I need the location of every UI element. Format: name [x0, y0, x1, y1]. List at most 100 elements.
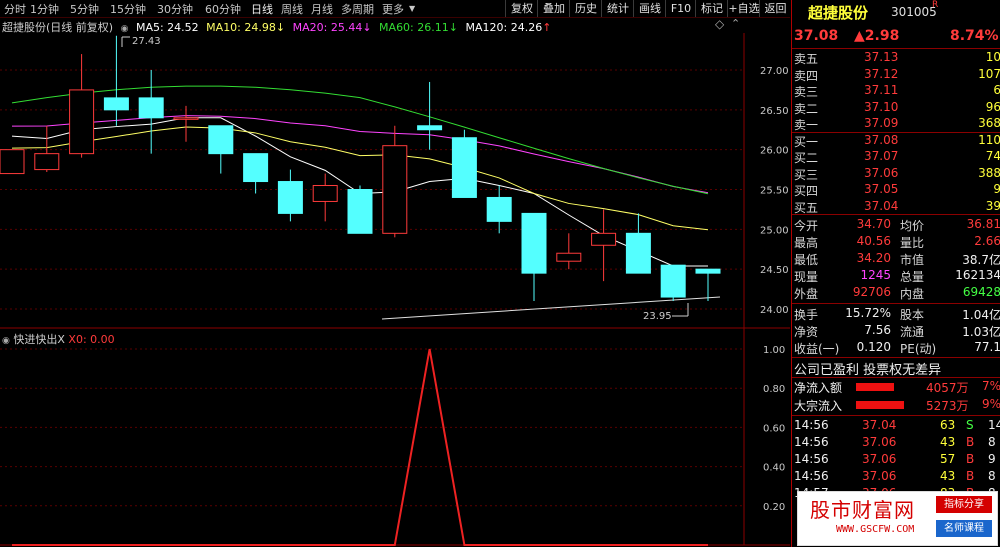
stock-code: 301005 — [891, 5, 937, 19]
orderbook-price: 37.08 — [864, 132, 899, 147]
orderbook-volume: 388 — [978, 165, 1000, 180]
orderbook-label: 买三 — [794, 167, 819, 182]
orderbook-volume: 110 — [978, 132, 1000, 147]
stat-label: 内盘 — [900, 287, 925, 301]
orderbook-label: 买一 — [794, 134, 819, 149]
stat-value: 34.20 — [856, 251, 891, 265]
candle-body — [347, 189, 373, 234]
stat-label: 换手 — [794, 308, 819, 322]
orderbook-volume: 368 — [978, 116, 1000, 130]
stat-label: 外盘 — [794, 287, 819, 301]
orderbook-label: 买二 — [794, 151, 819, 165]
candle-body — [243, 153, 269, 183]
tick-direction: B — [966, 469, 975, 483]
tick-count: 9 — [988, 452, 996, 466]
company-notice: 公司已盈利 投票权无差异 — [794, 363, 942, 378]
stat-label: 净资 — [794, 325, 819, 339]
stat-label: 量比 — [900, 236, 925, 250]
candle-body — [382, 145, 408, 234]
stock-tag: R — [932, 0, 939, 10]
price-axis-label: 26.00 — [760, 146, 789, 157]
indicator-line — [12, 348, 708, 546]
watermark-url: WWW.GSCFW.COM — [836, 524, 915, 535]
candle-body — [591, 232, 617, 246]
stat-value: 162134 — [955, 268, 1000, 282]
candle-body — [69, 89, 95, 155]
kline-chart[interactable]: 27.00 26.50 26.00 25.50 25.00 24.50 24.00 27.4… — [0, 0, 790, 547]
tick-time: 14:56 — [794, 452, 829, 466]
tick-count: 14 — [988, 418, 1000, 432]
orderbook-label: 买五 — [794, 200, 819, 215]
stat-label: 总量 — [900, 270, 925, 284]
flow-bar — [856, 383, 894, 391]
stat-value: 15.72% — [845, 306, 891, 320]
tick-volume: 57 — [940, 452, 956, 466]
candle-body — [486, 196, 512, 222]
price-axis-label: 24.00 — [760, 305, 789, 316]
orderbook-price: 37.11 — [864, 83, 899, 97]
orderbook-price: 37.10 — [864, 99, 899, 114]
stat-value: 1.04亿 — [962, 308, 1000, 322]
orderbook-volume: 9 — [993, 182, 1000, 196]
indicator-axis-labels: 1.00 0.80 0.60 0.40 0.20 — [763, 345, 785, 513]
price-axis-label: 27.00 — [760, 66, 789, 77]
tick-time: 14:56 — [794, 435, 829, 449]
flow-value: 4057万 — [926, 381, 969, 395]
low-annotation: 23.95 — [643, 311, 672, 322]
indicator-value: X0: 0.00 — [68, 333, 115, 346]
price-axis-label: 25.50 — [760, 186, 789, 197]
stat-label: 现量 — [794, 270, 819, 284]
orderbook-volume: 39 — [985, 198, 1000, 213]
price-change: ▲2.98 — [854, 28, 900, 44]
indicator-legend: ◉ 快进快出X X0: 0.00 — [2, 331, 115, 347]
orderbook-price: 37.05 — [864, 182, 899, 196]
orderbook-price: 37.09 — [864, 116, 899, 130]
pct-change: 8.74% — [950, 28, 999, 44]
orderbook-volume: 10 — [985, 50, 1000, 64]
tick-direction: B — [966, 452, 975, 466]
watermark-tag-indicators: 指标分享 — [936, 496, 992, 513]
candle-body — [34, 153, 60, 171]
orderbook-label: 卖四 — [794, 68, 819, 83]
candle-body — [660, 264, 686, 298]
tick-volume: 43 — [940, 469, 956, 483]
stat-label: PE(动) — [900, 342, 937, 356]
stat-label: 今开 — [794, 219, 819, 233]
tick-time: 14:56 — [794, 469, 829, 483]
candle-body — [417, 125, 443, 131]
stat-label: 最低 — [794, 253, 819, 267]
orderbook-price: 37.06 — [864, 165, 899, 180]
indicator-toggle-icon[interactable]: ◉ — [2, 336, 10, 346]
orderbook-label: 卖五 — [794, 52, 819, 66]
flow-pct: 7% — [981, 379, 1000, 393]
indicator-axis-label: 1.00 — [763, 345, 785, 356]
high-annotation: 27.43 — [132, 36, 161, 47]
stat-value: 7.56 — [864, 323, 891, 337]
candle-body — [277, 181, 303, 214]
indicator-axis-label: 0.80 — [763, 384, 785, 395]
candle-body — [138, 97, 164, 119]
orderbook-volume: 96 — [985, 99, 1000, 114]
indicator-axis-label: 0.60 — [763, 423, 785, 434]
indicator-axis-label: 0.20 — [763, 502, 785, 513]
stat-value: 40.56 — [856, 234, 891, 248]
orderbook-volume: 74 — [985, 149, 1000, 163]
stat-value: 36.81 — [966, 217, 1000, 231]
candle-body — [521, 212, 547, 274]
tick-price: 37.04 — [862, 418, 897, 432]
flow-label: 净流入额 — [794, 381, 843, 395]
tick-volume: 43 — [940, 435, 956, 449]
tick-direction: S — [966, 418, 974, 432]
stat-value: 92706 — [852, 285, 891, 299]
orderbook-price: 37.12 — [864, 66, 899, 81]
stat-label: 流通 — [900, 325, 925, 339]
stat-label: 股本 — [900, 308, 925, 322]
orderbook-label: 买四 — [794, 184, 819, 198]
indicator-title: 快进快出 — [13, 333, 58, 346]
flow-bar — [856, 401, 904, 409]
tick-price: 37.06 — [862, 435, 897, 449]
candles — [0, 35, 721, 302]
orderbook-price: 37.13 — [864, 50, 899, 64]
stat-value: 38.7亿 — [962, 253, 1000, 267]
stat-value: 34.70 — [856, 217, 891, 231]
